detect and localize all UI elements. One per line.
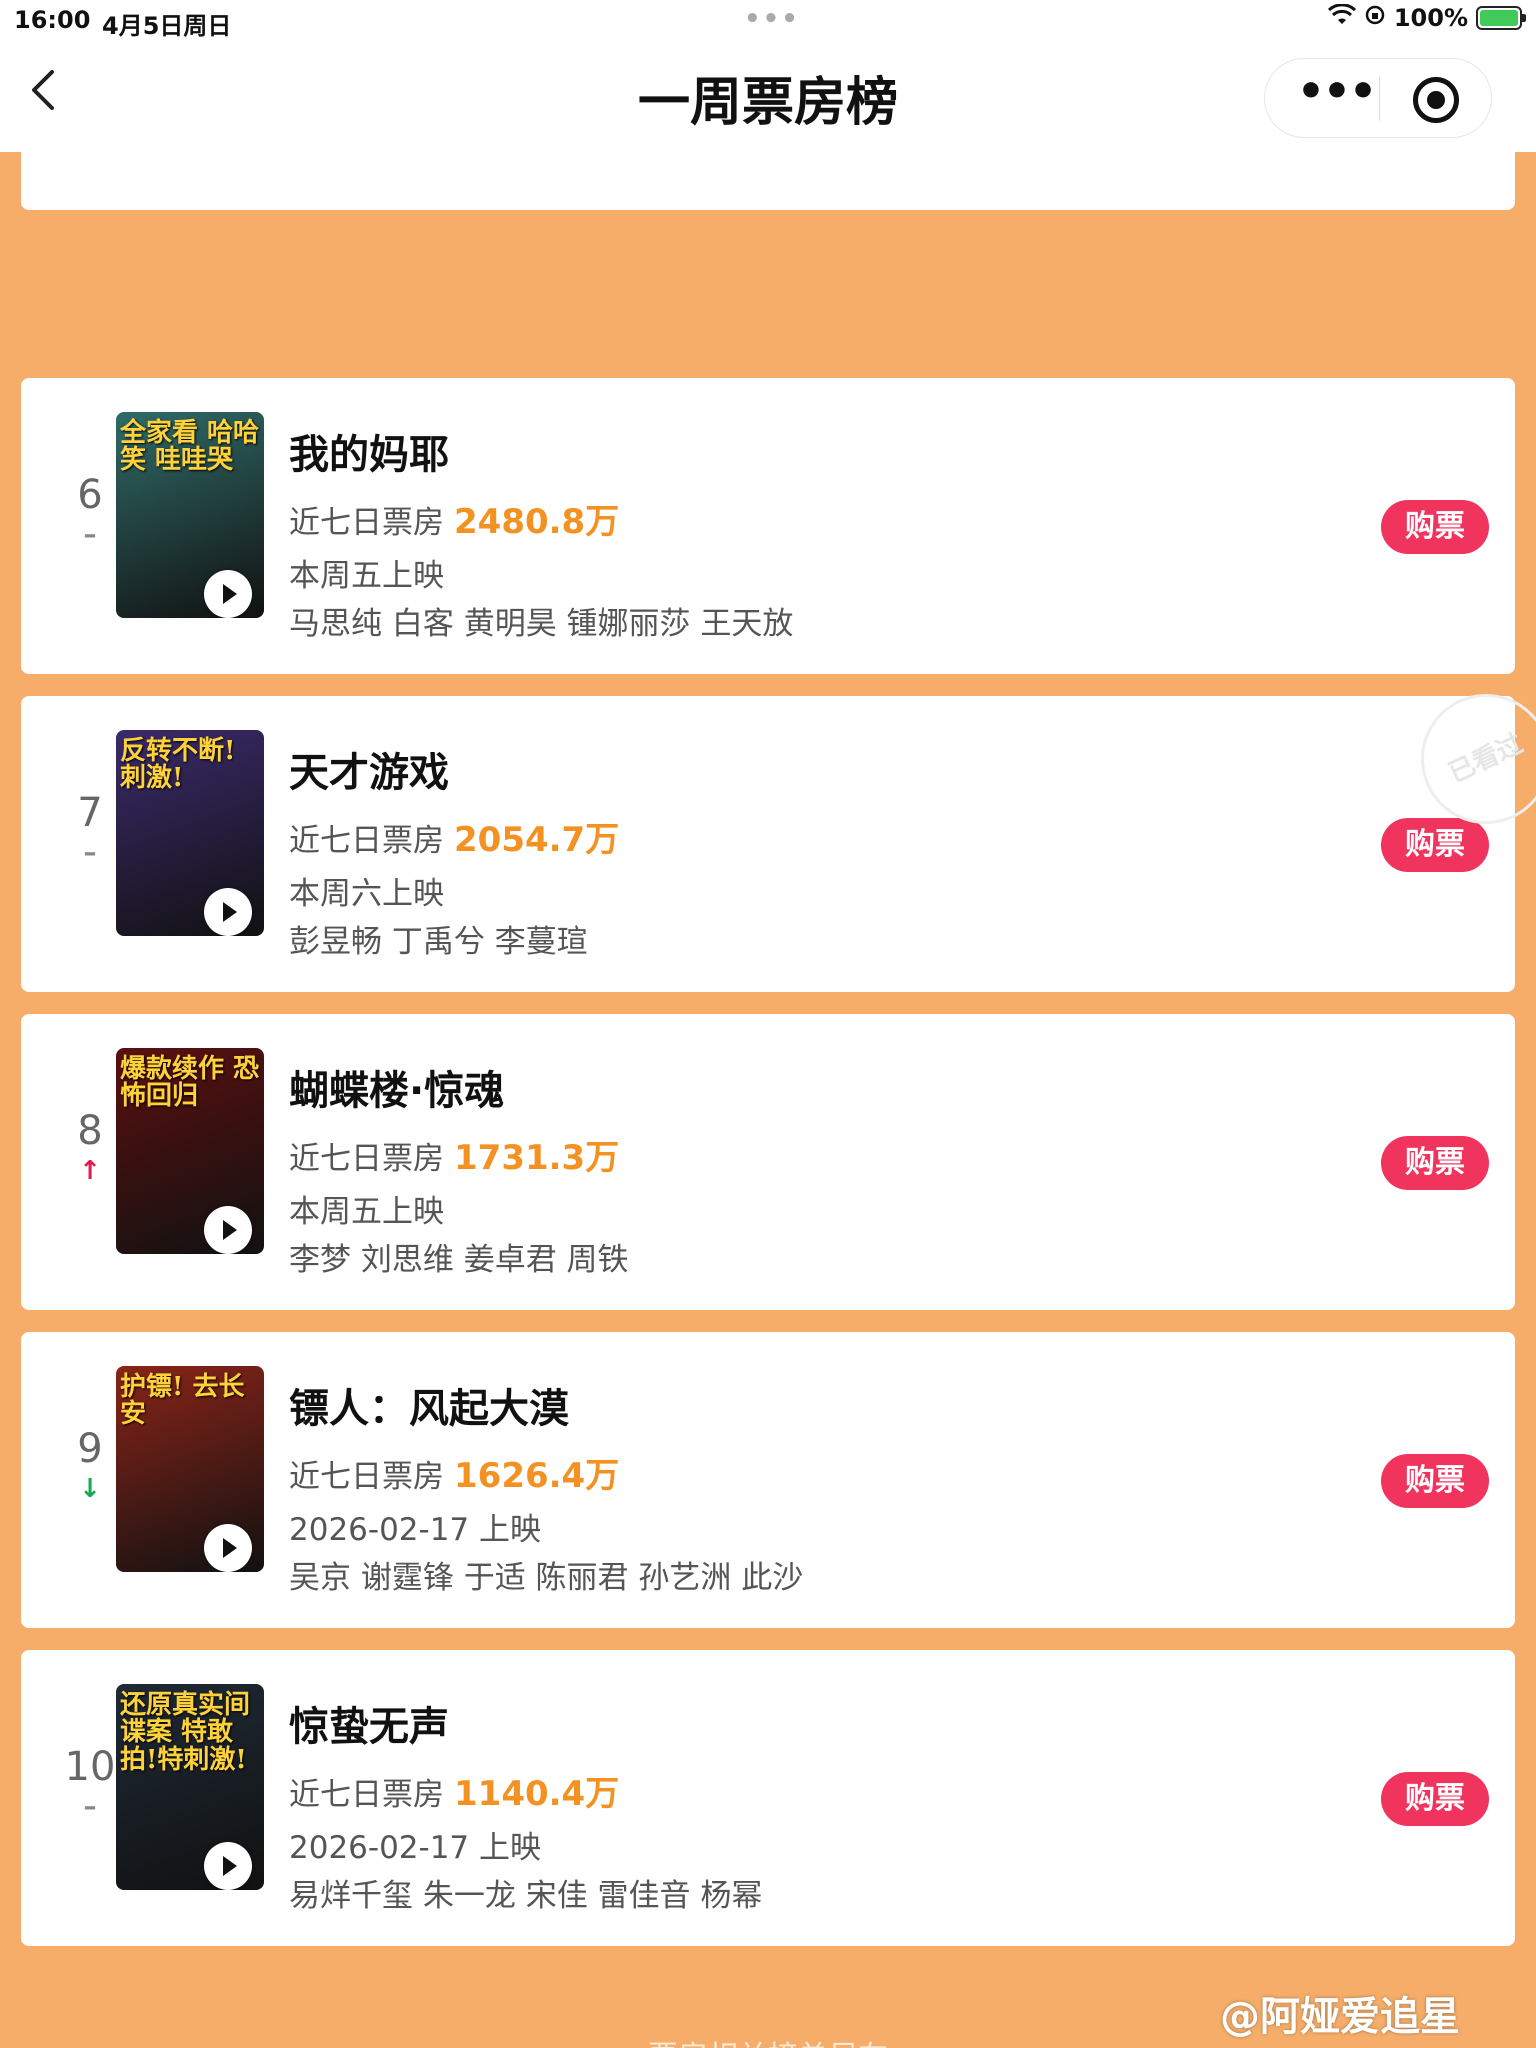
box-office-row: 近七日票房 1626.4万 [289, 1448, 619, 1497]
buy-ticket-button[interactable]: 购票 [1381, 1772, 1489, 1826]
movie-title[interactable]: 蝴蝶楼·惊魂 [289, 1058, 504, 1116]
box-office-row: 近七日票房 2054.7万 [289, 812, 619, 861]
box-office-label: 近七日票房 [289, 1777, 444, 1813]
box-office-value: 2480.8万 [454, 502, 620, 542]
buy-ticket-button[interactable]: 购票 [1381, 1454, 1489, 1508]
buy-ticket-button[interactable]: 购票 [1381, 500, 1489, 554]
poster-caption: 还原真实间谍案 特敢拍!特刺激! [120, 1690, 251, 1775]
movie-poster[interactable]: 还原真实间谍案 特敢拍!特刺激! [116, 1684, 264, 1890]
release-info: 2026-02-17 上映 [289, 1830, 542, 1866]
movie-poster[interactable]: 反转不断! 刺激! [116, 730, 264, 936]
play-icon[interactable] [204, 570, 252, 618]
movie-poster[interactable]: 护镖! 去长安 [116, 1366, 264, 1572]
box-office-row: 近七日票房 1140.4万 [289, 1766, 619, 1815]
box-office-label: 近七日票房 [289, 1459, 444, 1495]
status-bar: 16:00 4月5日周日 ••• 100% [0, 0, 1536, 40]
battery-icon [1476, 6, 1526, 30]
movie-poster[interactable]: 全家看 哈哈笑 哇哇哭 [116, 412, 264, 618]
movie-card[interactable]: 8 ↑ 爆款续作 恐怖回归 蝴蝶楼·惊魂 近七日票房 1731.3万 本周五上映 … [21, 1014, 1515, 1310]
box-office-row: 近七日票房 1731.3万 [289, 1130, 619, 1179]
poster-caption: 爆款续作 恐怖回归 [120, 1054, 260, 1112]
cast-list: 吴京 谢霆锋 于适 陈丽君 孙艺洲 此沙 [289, 1560, 804, 1596]
movie-title[interactable]: 惊蛰无声 [289, 1694, 449, 1752]
movie-title[interactable]: 镖人：风起大漠 [289, 1376, 569, 1434]
cast-list: 易烊千玺 朱一龙 宋佳 雷佳音 杨幂 [289, 1878, 763, 1914]
movie-title[interactable]: 我的妈耶 [289, 422, 449, 480]
movie-card[interactable]: 9 ↓ 护镖! 去长安 镖人：风起大漠 近七日票房 1626.4万 2026-02… [21, 1332, 1515, 1628]
movie-card[interactable]: 6 – 全家看 哈哈笑 哇哇哭 我的妈耶 近七日票房 2480.8万 本周五上映 … [21, 378, 1515, 674]
box-office-value: 1731.3万 [454, 1138, 620, 1178]
cast-list: 马思纯 白客 黄明昊 锺娜丽莎 王天放 [289, 606, 794, 642]
buy-ticket-button[interactable]: 购票 [1381, 1136, 1489, 1190]
wifi-icon [1327, 3, 1356, 32]
play-icon[interactable] [204, 1206, 252, 1254]
box-office-row: 近七日票房 2480.8万 [289, 494, 619, 543]
box-office-value: 1140.4万 [454, 1774, 620, 1814]
release-info: 本周五上映 [289, 1194, 444, 1230]
nav-bar: 一周票房榜 ••• [0, 40, 1536, 152]
status-date: 4月5日周日 [102, 12, 232, 40]
movie-card[interactable]: 7 – 反转不断! 刺激! 天才游戏 近七日票房 2054.7万 本周六上映 彭昱… [21, 672, 1536, 992]
status-right: 100% [1327, 3, 1526, 32]
release-info: 本周六上映 [289, 876, 444, 912]
more-dots-icon[interactable]: ••• [1295, 69, 1377, 127]
release-info: 本周五上映 [289, 558, 444, 594]
box-office-value: 2054.7万 [454, 820, 620, 860]
play-icon[interactable] [204, 1842, 252, 1890]
release-info: 2026-02-17 上映 [289, 1512, 542, 1548]
orientation-lock-icon [1364, 4, 1386, 32]
multitask-dots-icon[interactable]: ••• [744, 4, 800, 34]
menu-capsule: ••• [1264, 58, 1492, 138]
poster-caption: 反转不断! 刺激! [120, 736, 236, 794]
target-icon[interactable] [1413, 77, 1459, 123]
capsule-divider [1379, 77, 1380, 121]
buy-ticket-button[interactable]: 购票 [1381, 818, 1489, 872]
battery-percent: 100% [1393, 4, 1468, 32]
box-office-label: 近七日票房 [289, 1141, 444, 1177]
play-icon[interactable] [204, 888, 252, 936]
movie-card[interactable]: 10 – 还原真实间谍案 特敢拍!特刺激! 惊蛰无声 近七日票房 1140.4万 … [21, 1650, 1515, 1946]
cast-list: 彭昱畅 丁禹兮 李蔓瑄 [289, 924, 588, 960]
poster-caption: 护镖! 去长安 [120, 1372, 245, 1430]
footer-text: 票房相关榜单尽在 [0, 2032, 1536, 2048]
status-time: 16:00 [14, 6, 91, 34]
poster-caption: 全家看 哈哈笑 哇哇哭 [120, 418, 260, 476]
box-office-label: 近七日票房 [289, 823, 444, 859]
box-office-value: 1626.4万 [454, 1456, 620, 1496]
movie-title[interactable]: 天才游戏 [289, 740, 449, 798]
movie-poster[interactable]: 爆款续作 恐怖回归 [116, 1048, 264, 1254]
box-office-label: 近七日票房 [289, 505, 444, 541]
cast-list: 李梦 刘思维 姜卓君 周铁 [289, 1242, 629, 1278]
play-icon[interactable] [204, 1524, 252, 1572]
